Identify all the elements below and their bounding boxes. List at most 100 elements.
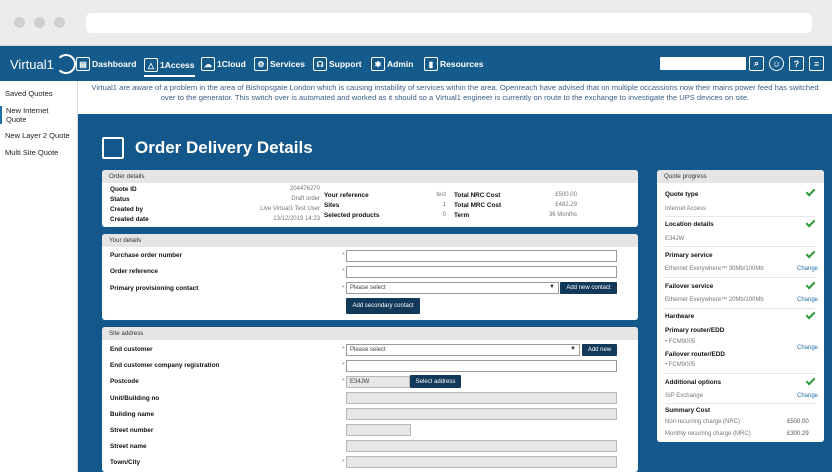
- purchase-order-input[interactable]: [346, 250, 617, 262]
- headset-icon: ☊: [313, 57, 327, 71]
- select-placeholder: Please select: [350, 285, 386, 291]
- failover-service-label: Failover service: [665, 283, 714, 290]
- nav-label: Support: [329, 59, 362, 69]
- logo-ring-icon: [55, 54, 76, 74]
- sites-label: Sites: [324, 202, 340, 209]
- required-marker: *: [342, 346, 345, 353]
- nav-label: Dashboard: [92, 59, 137, 69]
- select-address-button[interactable]: Select address: [410, 375, 461, 388]
- window-close-dot[interactable]: [14, 17, 25, 28]
- top-navigation: Virtual1 ▤ Dashboard △ 1Access ☁ 1Cloud ⚙ Se…: [0, 46, 832, 81]
- services-icon: ⚙: [254, 57, 268, 71]
- help-icon[interactable]: ?: [789, 56, 804, 71]
- sidebar-item-new-layer2-quote[interactable]: New Layer 2 Quote: [5, 131, 70, 140]
- failover-router-value: • FCM9005: [665, 362, 696, 368]
- quote-type-value: Internet Access: [665, 206, 707, 212]
- nav-search-input[interactable]: [660, 57, 746, 70]
- sites-value: 1: [442, 202, 446, 208]
- network-icon: △: [144, 58, 158, 72]
- your-details-panel: Your details Purchase order number * Ord…: [102, 234, 638, 320]
- quote-id-value: 204476270: [289, 186, 320, 192]
- address-bar[interactable]: [86, 13, 812, 33]
- primary-router-label: Primary router/EDD: [665, 327, 725, 334]
- order-reference-input[interactable]: [346, 266, 617, 278]
- window-minimize-dot[interactable]: [34, 17, 45, 28]
- unit-building-label: Unit/Building no: [110, 395, 160, 402]
- nav-label: 1Cloud: [217, 59, 246, 69]
- quote-id-label: Quote ID: [110, 186, 137, 193]
- street-number-input[interactable]: [346, 424, 411, 436]
- add-new-end-customer-button[interactable]: Add new: [582, 344, 617, 356]
- search-icon[interactable]: ⌕: [749, 56, 764, 71]
- chevron-down-icon: ▼: [549, 284, 555, 290]
- resources-icon: ▮: [424, 57, 438, 71]
- required-marker: *: [342, 459, 345, 466]
- virtual1-logo[interactable]: Virtual1: [10, 52, 76, 76]
- required-marker: *: [342, 362, 345, 369]
- sidebar-item-multi-site-quote[interactable]: Multi Site Quote: [5, 148, 58, 157]
- postcode-input[interactable]: E34JW: [346, 376, 410, 388]
- term-label: Term: [454, 212, 470, 219]
- quote-type-label: Quote type: [665, 191, 699, 198]
- nrc-value: £500.00: [787, 419, 809, 425]
- street-number-label: Street number: [110, 427, 154, 434]
- nav-1access[interactable]: △ 1Access: [144, 55, 195, 77]
- created-date-label: Created date: [110, 216, 149, 223]
- total-mrc-value: £482.29: [555, 202, 577, 208]
- change-additional-options-link[interactable]: Change: [797, 393, 818, 399]
- failover-router-label: Failover router/EDD: [665, 351, 726, 358]
- created-by-value: Live Virtual1 Test User: [260, 206, 320, 212]
- mrc-label: Monthly recurring charge (MRC): [665, 431, 751, 437]
- hardware-label: Hardware: [665, 313, 695, 320]
- street-name-input[interactable]: [346, 440, 617, 452]
- nav-support[interactable]: ☊ Support: [313, 55, 362, 73]
- logo-text: Virtual1: [10, 56, 54, 72]
- building-name-input[interactable]: [346, 408, 617, 420]
- nav-services[interactable]: ⚙ Services: [254, 55, 305, 73]
- divider: [665, 373, 815, 374]
- nav-label: 1Access: [160, 60, 195, 70]
- town-city-input[interactable]: [346, 456, 617, 468]
- order-details-panel: Order details Quote ID 204476270 Status …: [102, 170, 638, 227]
- sidebar-item-saved-quotes[interactable]: Saved Quotes: [5, 89, 53, 98]
- company-registration-input[interactable]: [346, 360, 617, 372]
- check-icon: [805, 279, 816, 290]
- nav-admin[interactable]: ✱ Admin: [371, 55, 413, 73]
- page-title: Order Delivery Details: [135, 138, 313, 157]
- dashboard-icon: ▤: [76, 57, 90, 71]
- add-secondary-contact-button[interactable]: Add secondary contact: [346, 298, 420, 314]
- building-name-label: Building name: [110, 411, 155, 418]
- check-icon: [805, 217, 816, 228]
- end-customer-label: End customer: [110, 346, 153, 353]
- network-icon: [102, 137, 124, 159]
- sidebar-item-new-internet-quote[interactable]: New Internet Quote: [0, 106, 62, 124]
- smiley-icon[interactable]: ☺: [769, 56, 784, 71]
- change-hardware-link[interactable]: Change: [797, 345, 818, 351]
- panel-header: Quote progress: [657, 170, 824, 183]
- unit-building-input[interactable]: [346, 392, 617, 404]
- admin-icon: ✱: [371, 57, 385, 71]
- required-marker: *: [342, 268, 345, 275]
- nav-1cloud[interactable]: ☁ 1Cloud: [201, 55, 246, 73]
- primary-contact-select[interactable]: Please select ▼: [346, 282, 559, 294]
- status-label: Status: [110, 196, 130, 203]
- divider: [665, 246, 815, 247]
- chevron-down-icon: ▼: [570, 346, 576, 352]
- created-by-label: Created by: [110, 206, 144, 213]
- divider: [665, 277, 815, 278]
- company-registration-label: End customer company registration: [110, 362, 220, 369]
- window-maximize-dot[interactable]: [54, 17, 65, 28]
- required-marker: *: [342, 285, 345, 292]
- nav-dashboard[interactable]: ▤ Dashboard: [76, 55, 136, 73]
- add-new-contact-button[interactable]: Add new contact: [560, 282, 617, 294]
- required-marker: *: [342, 378, 345, 385]
- end-customer-select[interactable]: Please select ▼: [346, 344, 580, 356]
- change-failover-service-link[interactable]: Change: [797, 297, 818, 303]
- check-icon: [805, 309, 816, 320]
- selected-products-value: 0: [442, 212, 446, 218]
- primary-service-label: Primary service: [665, 252, 713, 259]
- menu-icon[interactable]: ≡: [809, 56, 824, 71]
- change-primary-service-link[interactable]: Change: [797, 266, 818, 272]
- panel-header: Your details: [102, 234, 638, 247]
- nav-resources[interactable]: ▮ Resources: [424, 55, 483, 73]
